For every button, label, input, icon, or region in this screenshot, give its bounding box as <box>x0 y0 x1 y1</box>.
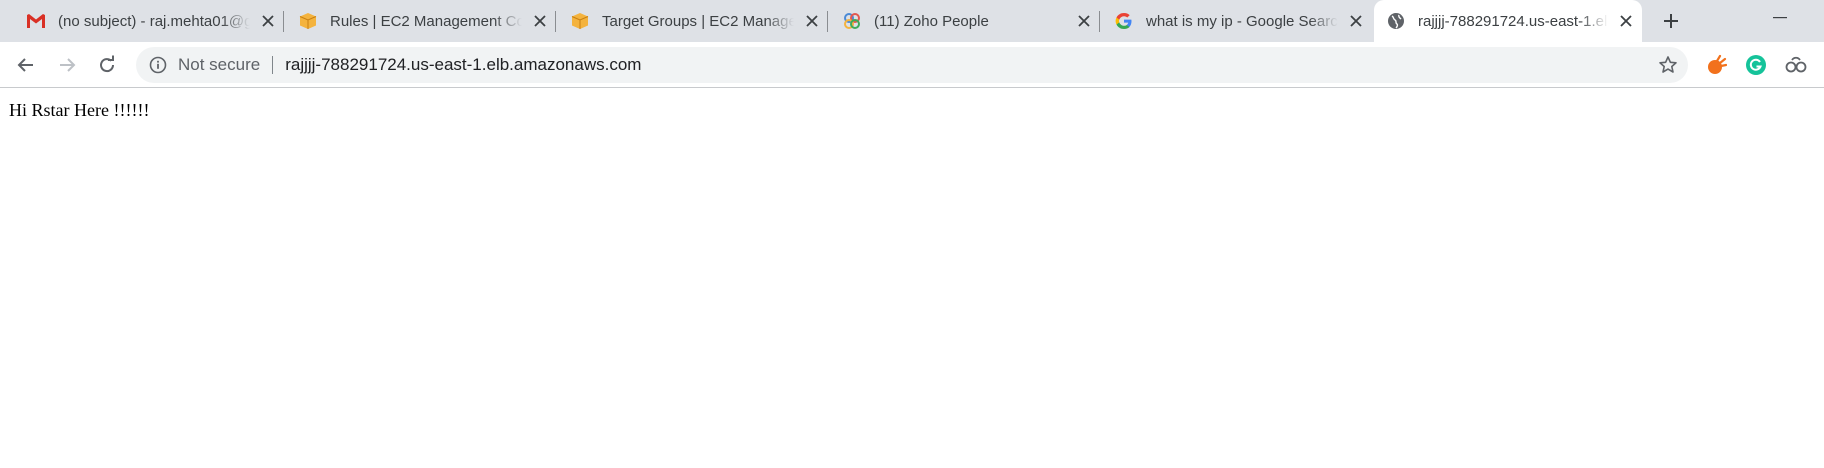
tab-gmail[interactable]: (no subject) - raj.mehta01@g <box>16 0 278 42</box>
extension-link-icon[interactable] <box>1783 52 1809 78</box>
security-status-label[interactable]: Not secure <box>178 55 260 75</box>
close-icon[interactable] <box>258 11 278 31</box>
tab-title: (11) Zoho People <box>874 12 989 30</box>
arrow-left-icon <box>17 58 33 72</box>
aws-box-icon <box>570 11 590 31</box>
reload-icon <box>100 55 115 73</box>
tab-google-search[interactable]: what is my ip - Google Search <box>1104 0 1366 42</box>
page-content: Hi Rstar Here !!!!!! <box>0 89 1824 468</box>
window-minimize-button[interactable] <box>1764 6 1796 30</box>
page-body-text: Hi Rstar Here !!!!!! <box>9 100 150 120</box>
tab-strip: (no subject) - raj.mehta01@g Rules | EC2… <box>0 0 1824 42</box>
new-tab-button[interactable] <box>1656 7 1686 35</box>
globe-icon <box>1386 11 1406 31</box>
url-text[interactable]: rajjjj-788291724.us-east-1.elb.amazonaws… <box>285 55 641 75</box>
plus-icon <box>1664 14 1678 28</box>
tab-active-elb[interactable]: rajjjj-788291724.us-east-1.elb <box>1374 0 1642 42</box>
address-bar[interactable]: Not secure rajjjj-788291724.us-east-1.el… <box>136 47 1688 83</box>
aws-box-icon <box>298 11 318 31</box>
tab-separator <box>555 11 556 32</box>
google-icon <box>1114 11 1134 31</box>
extension-orange-icon[interactable] <box>1703 52 1729 78</box>
tab-separator <box>1099 11 1100 32</box>
tab-title: (no subject) - raj.mehta01@g <box>58 12 250 30</box>
back-button[interactable] <box>10 49 42 81</box>
reload-button[interactable] <box>91 49 123 81</box>
tab-ec2-target-groups[interactable]: Target Groups | EC2 Managem <box>560 0 822 42</box>
browser-toolbar: Not secure rajjjj-788291724.us-east-1.el… <box>0 42 1824 88</box>
close-icon[interactable] <box>802 11 822 31</box>
close-icon[interactable] <box>530 11 550 31</box>
tab-zoho-people[interactable]: (11) Zoho People <box>832 0 1094 42</box>
minimize-icon <box>1773 17 1787 19</box>
tab-separator <box>283 11 284 32</box>
gmail-icon <box>26 11 46 31</box>
arrow-right-icon <box>60 58 76 72</box>
tab-title: what is my ip - Google Search <box>1146 12 1338 30</box>
tab-separator <box>827 11 828 32</box>
tab-title: Rules | EC2 Management Con <box>330 12 522 30</box>
info-icon[interactable] <box>148 55 168 75</box>
close-icon[interactable] <box>1074 11 1094 31</box>
close-icon[interactable] <box>1346 11 1366 31</box>
tab-title: Target Groups | EC2 Managem <box>602 12 794 30</box>
grammarly-icon[interactable] <box>1743 52 1769 78</box>
close-icon[interactable] <box>1616 11 1636 31</box>
tab-title: rajjjj-788291724.us-east-1.elb <box>1418 12 1608 30</box>
bookmark-star-icon[interactable] <box>1656 53 1680 77</box>
zoho-people-icon <box>842 11 862 31</box>
forward-button[interactable] <box>51 49 83 81</box>
tab-ec2-rules[interactable]: Rules | EC2 Management Con <box>288 0 550 42</box>
address-divider <box>272 56 274 74</box>
